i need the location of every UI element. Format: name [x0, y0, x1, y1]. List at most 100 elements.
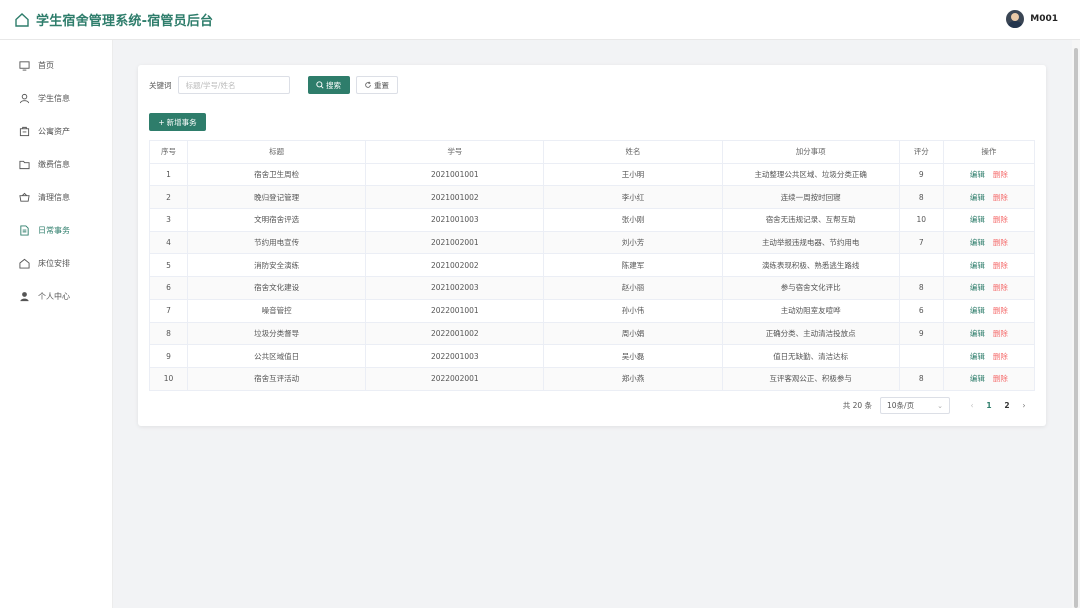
- table-cell: [899, 344, 944, 368]
- pagination: 共 20 条 10条/页 ⌄ ‹ 1 2 ›: [843, 397, 1032, 414]
- sidebar-item-0[interactable]: 首页: [0, 49, 112, 82]
- column-header: 学号: [365, 140, 545, 164]
- user-icon: [19, 93, 30, 104]
- edit-button[interactable]: 编辑: [970, 283, 985, 292]
- delete-button[interactable]: 删除: [993, 283, 1008, 292]
- column-header: 操作: [943, 140, 1036, 164]
- user-menu[interactable]: M001: [1006, 10, 1058, 28]
- search-button[interactable]: 搜索: [307, 76, 350, 94]
- chevron-down-icon: ⌄: [937, 401, 943, 410]
- scrollbar-thumb[interactable]: [1074, 48, 1078, 608]
- affairs-table: 序号 标题 学号 姓名 加分事项 评分 操作 1 宿舍卫生周检 2021001001 王小明 主动整…: [148, 140, 1036, 391]
- page-size-select[interactable]: 10条/页 ⌄: [880, 397, 950, 414]
- table-cell: 7: [899, 231, 944, 255]
- table-cell: 3: [148, 208, 189, 232]
- sidebar-item-6[interactable]: 床位安排: [0, 247, 112, 280]
- table-cell: 孙小伟: [543, 299, 723, 323]
- monitor-icon: [19, 61, 30, 71]
- avatar[interactable]: [1006, 10, 1025, 28]
- table-cell: 刘小芳: [543, 231, 723, 255]
- delete-button[interactable]: 删除: [993, 329, 1008, 338]
- actions-cell: 编辑 删除: [943, 208, 1036, 232]
- basket-icon: [19, 192, 30, 202]
- table-cell: 垃圾分类督导: [187, 322, 367, 346]
- table-row: 1 宿舍卫生周检 2021001001 王小明 主动整理公共区域、垃圾分类正确 9 编辑 删除: [148, 163, 1036, 187]
- table-cell: 噪音管控: [187, 299, 367, 323]
- sidebar-item-5[interactable]: 日常事务: [0, 214, 112, 247]
- table-row: 4 节约用电宣传 2021002001 刘小芳 主动举报违规电器、节约用电 7 编辑 删除: [148, 231, 1036, 255]
- logo[interactable]: 学生宿舍管理系统-宿管员后台: [14, 10, 213, 29]
- table-cell: 10: [148, 367, 189, 391]
- page-2-button[interactable]: 2: [998, 401, 1016, 410]
- reset-button[interactable]: 重置: [355, 76, 398, 94]
- sidebar-item-7[interactable]: 个人中心: [0, 280, 112, 313]
- delete-button[interactable]: 删除: [993, 215, 1008, 224]
- table-cell: 李小红: [543, 185, 723, 210]
- keyword-label: 关键词: [149, 80, 172, 90]
- table-row: 2 晚归登记管理 2021001002 李小红 连续一周按时回寝 8 编辑 删除: [148, 185, 1036, 210]
- column-header: 序号: [148, 140, 189, 164]
- edit-button[interactable]: 编辑: [970, 170, 985, 179]
- sidebar-item-3[interactable]: 缴费信息: [0, 148, 112, 181]
- delete-button[interactable]: 删除: [993, 238, 1008, 247]
- table-cell: 7: [148, 299, 189, 323]
- edit-button[interactable]: 编辑: [970, 215, 985, 224]
- edit-button[interactable]: 编辑: [970, 193, 985, 202]
- next-page-button[interactable]: ›: [1016, 401, 1032, 410]
- sidebar-item-label: 公寓资产: [38, 127, 70, 136]
- edit-button[interactable]: 编辑: [970, 329, 985, 338]
- page-1-button[interactable]: 1: [980, 401, 998, 410]
- table-cell: 主动整理公共区域、垃圾分类正确: [722, 163, 900, 187]
- edit-button[interactable]: 编辑: [970, 261, 985, 270]
- delete-button[interactable]: 删除: [993, 261, 1008, 270]
- total-count: 共 20 条: [842, 401, 872, 410]
- table-cell: 赵小丽: [543, 276, 723, 300]
- table-cell: 10: [899, 208, 944, 232]
- sidebar-item-4[interactable]: 清理信息: [0, 181, 112, 214]
- table-cell: 正确分类、主动清洁投放点: [722, 322, 900, 346]
- sidebar-item-2[interactable]: 公寓资产: [0, 115, 112, 148]
- keyword-input[interactable]: [177, 76, 290, 94]
- table-cell: 8: [148, 322, 189, 346]
- table-cell: 9: [148, 344, 189, 368]
- delete-button[interactable]: 删除: [993, 193, 1008, 202]
- table-cell: 2021002001: [365, 231, 545, 255]
- edit-button[interactable]: 编辑: [970, 352, 985, 361]
- sidebar-item-1[interactable]: 学生信息: [0, 82, 112, 115]
- search-bar: 关键词 搜索 重置: [149, 76, 398, 94]
- scrollbar[interactable]: [1072, 40, 1080, 608]
- table-cell: 王小明: [543, 163, 723, 187]
- home-icon: [19, 258, 30, 269]
- plus-icon: +: [158, 117, 165, 127]
- actions-cell: 编辑 删除: [943, 231, 1036, 255]
- table-cell: 4: [148, 231, 189, 255]
- edit-button[interactable]: 编辑: [970, 306, 985, 315]
- table-cell: 2021002002: [365, 253, 545, 278]
- delete-button[interactable]: 删除: [993, 170, 1008, 179]
- document-icon: [20, 225, 29, 236]
- add-button-label: 新增事务: [166, 117, 197, 127]
- sidebar-item-label: 个人中心: [38, 292, 70, 301]
- table-cell: 6: [148, 276, 189, 300]
- delete-button[interactable]: 删除: [993, 306, 1008, 315]
- edit-button[interactable]: 编辑: [970, 374, 985, 383]
- actions-cell: 编辑 删除: [943, 276, 1036, 300]
- prev-page-button[interactable]: ‹: [964, 401, 980, 410]
- delete-button[interactable]: 删除: [993, 352, 1008, 361]
- table-row: 5 消防安全演练 2021002002 陈建军 演练表现积极、熟悉逃生路线 编辑 删除: [148, 253, 1036, 278]
- table-cell: 2021001003: [365, 208, 545, 232]
- table-row: 9 公共区域值日 2022001003 吴小磊 值日无缺勤、清洁达标 编辑 删除: [148, 344, 1036, 368]
- table-cell: 张小刚: [543, 208, 723, 232]
- delete-button[interactable]: 删除: [993, 374, 1008, 383]
- sidebar-item-label: 学生信息: [38, 94, 70, 103]
- table-cell: 2021001002: [365, 185, 545, 210]
- table-cell: 公共区域值日: [187, 344, 367, 368]
- sidebar: 首页学生信息公寓资产缴费信息 清理信息 日常事务 床位安排个人中心: [0, 40, 113, 608]
- table-cell: 文明宿舍评选: [187, 208, 367, 232]
- edit-button[interactable]: 编辑: [970, 238, 985, 247]
- page-size-value: 10条/页: [887, 401, 915, 410]
- table-row: 3 文明宿舍评选 2021001003 张小刚 宿舍无违规记录、互帮互助 10 编辑 删除: [148, 208, 1036, 232]
- add-affair-button[interactable]: + 新增事务: [149, 113, 206, 131]
- table-cell: 2: [148, 185, 189, 210]
- username: M001: [1030, 14, 1058, 24]
